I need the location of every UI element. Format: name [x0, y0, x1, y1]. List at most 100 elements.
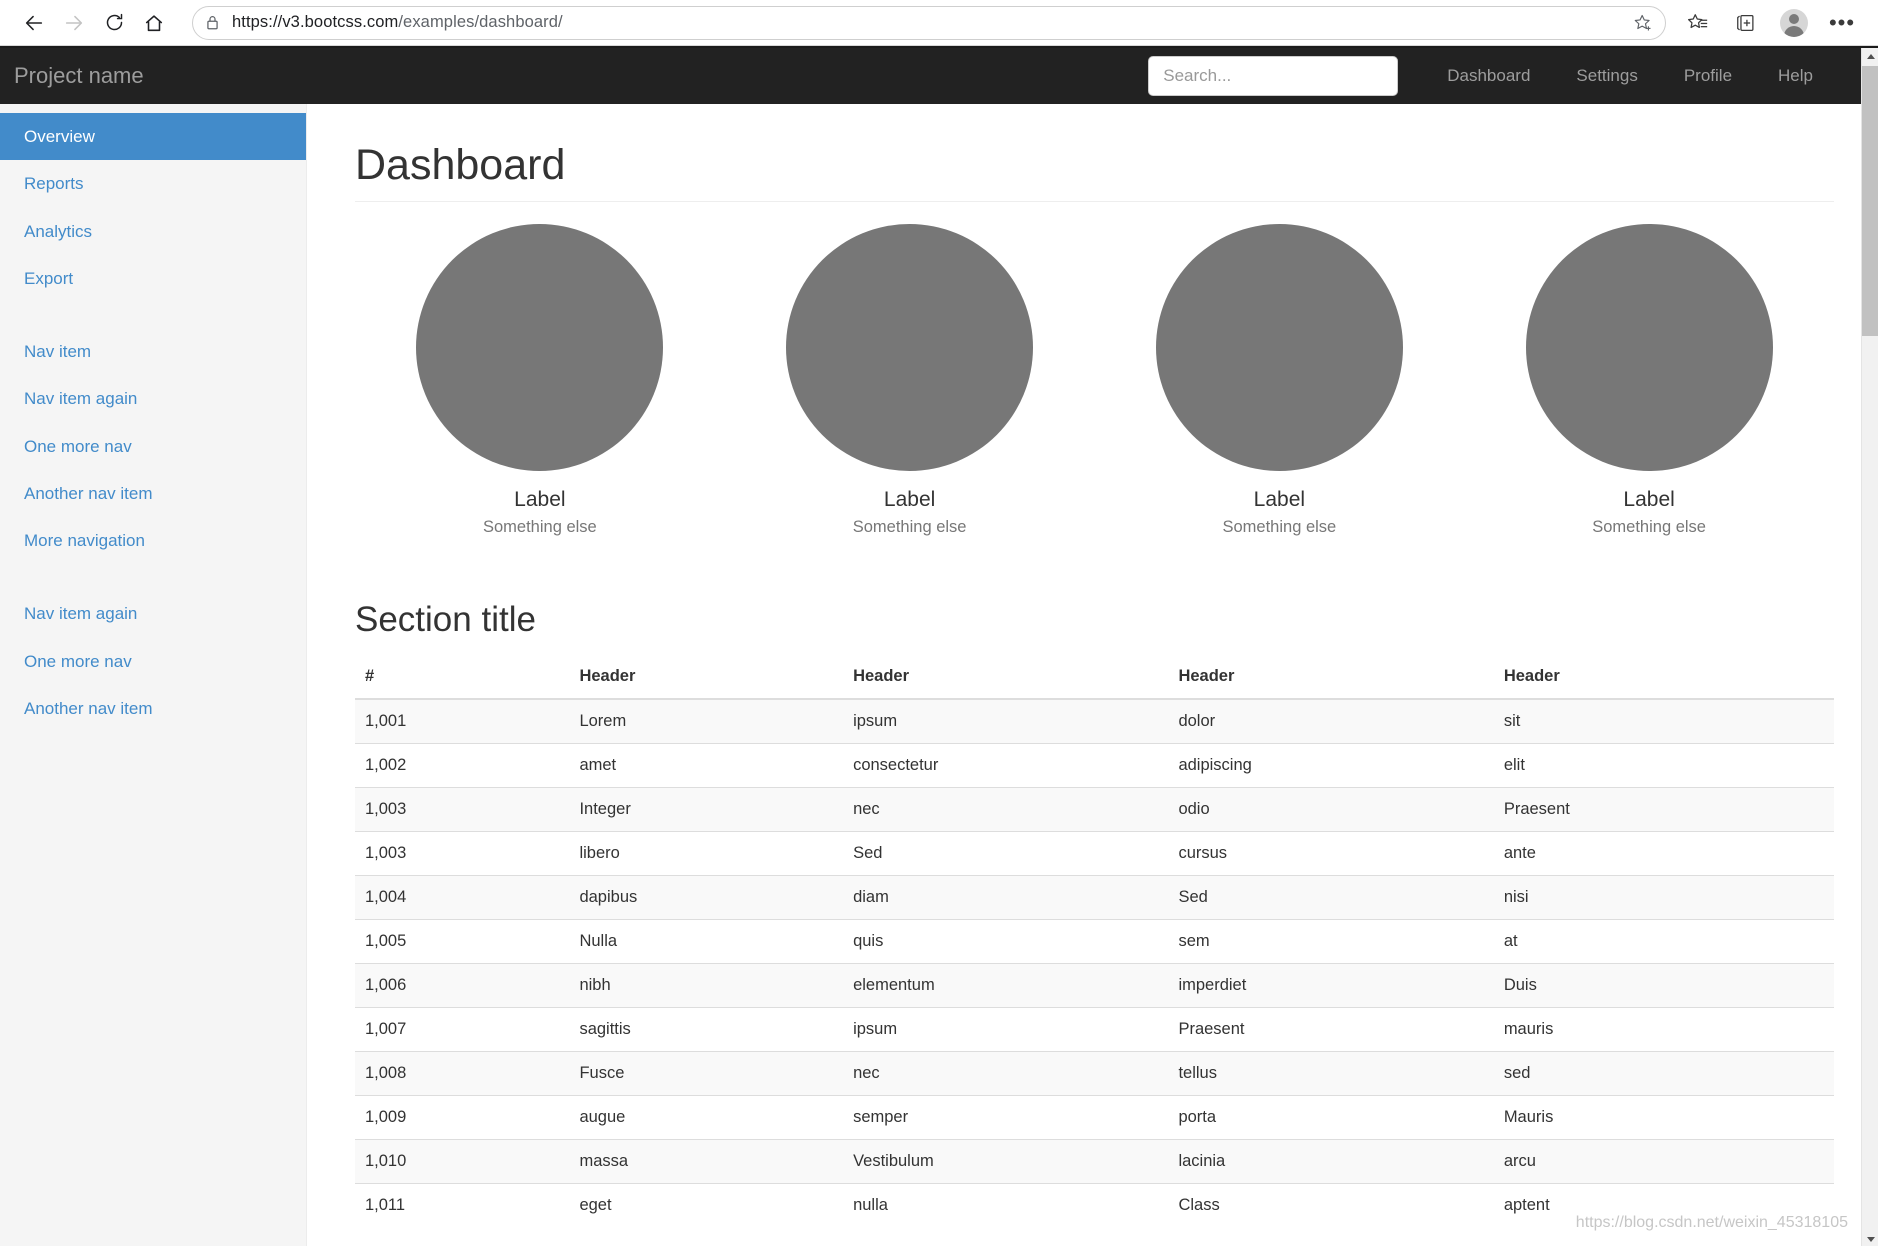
cell-1: dapibus — [569, 875, 844, 920]
site-navbar: Project name Dashboard Settings Profile … — [0, 48, 1878, 104]
cell-4: sit — [1493, 698, 1834, 744]
scrollbar-up-button[interactable] — [1862, 48, 1878, 65]
more-options-icon: ••• — [1828, 9, 1856, 35]
table-header-id: # — [355, 655, 570, 701]
sidebar-item-nav-item-again-2[interactable]: Nav item again — [0, 590, 306, 637]
cell-3: lacinia — [1168, 1139, 1494, 1184]
cell-id: 1,008 — [355, 1051, 570, 1096]
table-row: 1,002 amet consectetur adipiscing elit — [355, 743, 1834, 788]
sidebar-item-one-more-nav-2[interactable]: One more nav — [0, 638, 306, 685]
table-row: 1,010 massa Vestibulum lacinia arcu — [355, 1139, 1834, 1184]
browser-toolbar: https://v3.bootcss.com/examples/dashboar… — [0, 0, 1878, 46]
table-head: # Header Header Header Header — [355, 655, 1834, 701]
settings-and-more-button[interactable]: ••• — [1820, 3, 1864, 43]
placeholder-row: Label Something else Label Something els… — [355, 224, 1834, 539]
cell-4: Mauris — [1493, 1095, 1834, 1140]
cell-3: porta — [1168, 1095, 1494, 1140]
cell-id: 1,009 — [355, 1095, 570, 1140]
cell-1: Integer — [569, 787, 844, 832]
data-table: # Header Header Header Header 1,001 Lorem… — [355, 655, 1834, 1228]
cell-id: 1,007 — [355, 1007, 570, 1052]
table-row: 1,003 Integer nec odio Praesent — [355, 787, 1834, 832]
home-button[interactable] — [134, 3, 174, 43]
placeholder-subtext: Something else — [1592, 518, 1706, 537]
page-title: Dashboard — [355, 141, 1834, 203]
favorites-list-icon — [1688, 13, 1708, 28]
scrollbar-down-button[interactable] — [1862, 1231, 1878, 1246]
placeholder-circle-icon — [1525, 224, 1773, 472]
refresh-button[interactable] — [94, 3, 134, 43]
sidebar-item-export[interactable]: Export — [0, 255, 306, 302]
profile-button[interactable] — [1772, 3, 1816, 43]
placeholder-card: Label Something else — [1095, 224, 1465, 539]
placeholder-subtext: Something else — [483, 518, 597, 537]
table-header-row: # Header Header Header Header — [355, 655, 1834, 701]
table-row: 1,009 augue semper porta Mauris — [355, 1095, 1834, 1140]
search-input[interactable] — [1148, 56, 1399, 96]
placeholder-card: Label Something else — [725, 224, 1095, 539]
cell-4: elit — [1493, 743, 1834, 788]
cell-3: Class — [1168, 1183, 1494, 1228]
sidebar-group-secondary: Nav item Nav item again One more nav Ano… — [0, 328, 306, 564]
main-content: Dashboard Label Something else Label Som… — [307, 104, 1878, 1246]
table-row: 1,003 libero Sed cursus ante — [355, 831, 1834, 876]
sidebar-item-nav-item-again[interactable]: Nav item again — [0, 375, 306, 422]
address-bar[interactable]: https://v3.bootcss.com/examples/dashboar… — [192, 5, 1666, 40]
table-header-1: Header — [569, 655, 844, 701]
cell-id: 1,010 — [355, 1139, 570, 1184]
sidebar-group-primary: Overview Reports Analytics Export — [0, 113, 306, 302]
cell-id: 1,003 — [355, 787, 570, 832]
sidebar-item-overview[interactable]: Overview — [0, 113, 306, 161]
sidebar-item-another-nav-item[interactable]: Another nav item — [0, 470, 306, 517]
cell-4: Praesent — [1493, 787, 1834, 832]
sidebar-item-more-navigation[interactable]: More navigation — [0, 517, 306, 564]
table-body: 1,001 Lorem ipsum dolor sit 1,002 amet consecte… — [355, 698, 1834, 1228]
page-viewport: Project name Dashboard Settings Profile … — [0, 46, 1878, 1246]
scrollbar-thumb[interactable] — [1862, 66, 1878, 336]
cell-1: eget — [569, 1183, 844, 1228]
placeholder-label: Label — [1253, 488, 1306, 512]
nav-link-settings[interactable]: Settings — [1553, 66, 1660, 86]
browser-actions: ••• — [1676, 3, 1864, 43]
url-text: https://v3.bootcss.com/examples/dashboar… — [232, 13, 563, 31]
table-row: 1,007 sagittis ipsum Praesent mauris — [355, 1007, 1834, 1052]
brand-title[interactable]: Project name — [14, 63, 162, 89]
placeholder-circle-icon — [416, 224, 664, 472]
table-header-2: Header — [843, 655, 1169, 701]
back-arrow-icon — [25, 15, 43, 30]
page-scrollbar[interactable] — [1861, 48, 1878, 1246]
placeholder-label: Label — [1623, 488, 1675, 512]
collections-button[interactable] — [1724, 3, 1768, 43]
cell-3: cursus — [1168, 831, 1494, 876]
cell-2: quis — [843, 919, 1169, 964]
cell-1: Fusce — [569, 1051, 844, 1096]
cell-3: Praesent — [1168, 1007, 1494, 1052]
add-favorite-button[interactable] — [1633, 13, 1653, 33]
cell-3: tellus — [1168, 1051, 1494, 1096]
placeholder-subtext: Something else — [852, 518, 967, 537]
sidebar-item-analytics[interactable]: Analytics — [0, 208, 306, 255]
nav-link-help[interactable]: Help — [1755, 66, 1836, 86]
nav-link-dashboard[interactable]: Dashboard — [1424, 66, 1553, 86]
cell-4: ante — [1493, 831, 1834, 876]
cell-id: 1,005 — [355, 919, 570, 964]
placeholder-label: Label — [514, 488, 566, 512]
cell-id: 1,006 — [355, 963, 570, 1008]
nav-link-profile[interactable]: Profile — [1661, 66, 1755, 86]
sidebar-item-one-more-nav[interactable]: One more nav — [0, 423, 306, 470]
sidebar-item-reports[interactable]: Reports — [0, 160, 306, 207]
cell-2: nec — [843, 787, 1169, 832]
favorites-button[interactable] — [1676, 3, 1720, 43]
forward-button[interactable] — [54, 3, 94, 43]
table-row: 1,004 dapibus diam Sed nisi — [355, 875, 1834, 920]
cell-id: 1,002 — [355, 743, 570, 788]
forward-arrow-icon — [65, 15, 83, 30]
cell-3: odio — [1168, 787, 1494, 832]
sidebar-item-another-nav-item-2[interactable]: Another nav item — [0, 685, 306, 732]
cell-1: amet — [569, 743, 844, 788]
chevron-up-icon — [1866, 54, 1875, 59]
sidebar-item-nav-item[interactable]: Nav item — [0, 328, 306, 375]
table-header-4: Header — [1493, 655, 1834, 701]
cell-4: Duis — [1493, 963, 1834, 1008]
back-button[interactable] — [14, 3, 54, 43]
